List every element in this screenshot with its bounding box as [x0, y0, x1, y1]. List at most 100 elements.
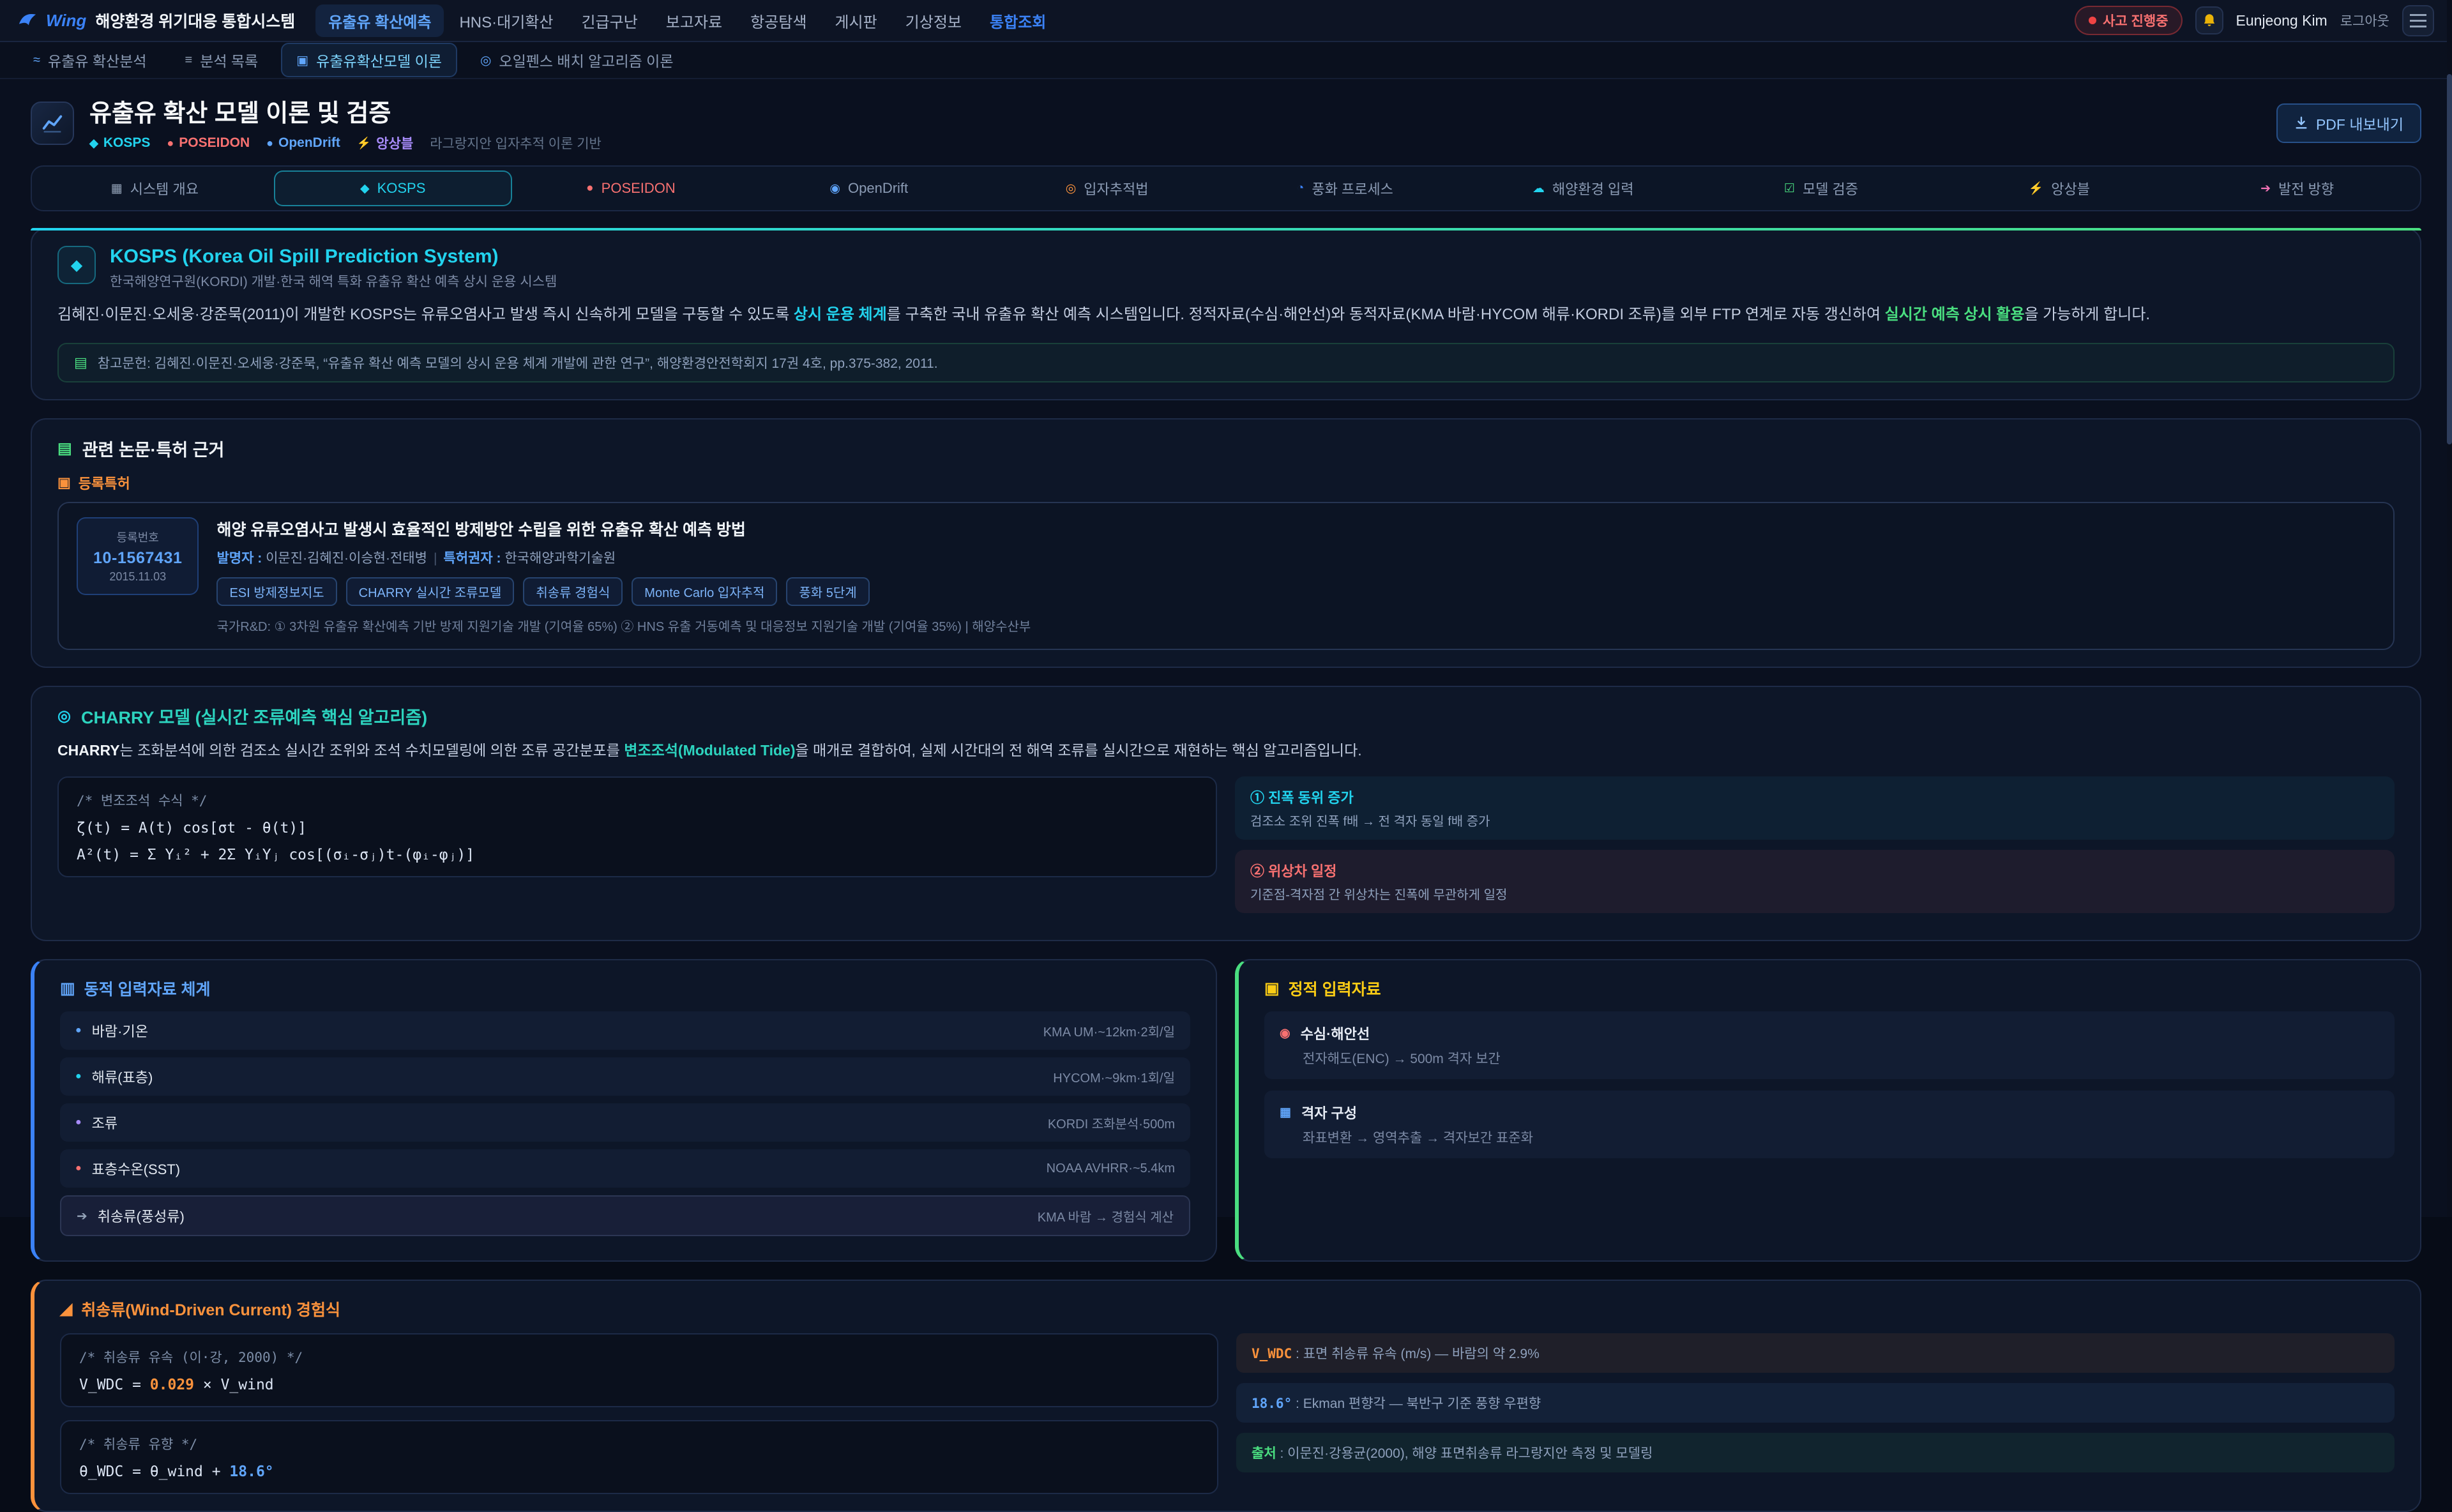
section-tab-overview[interactable]: ▦시스템 개요 — [36, 170, 274, 206]
row-wind-temperature: ●바람·기온 KMA UM·~12km·2회/일 — [60, 1011, 1190, 1050]
registration-number-label: 등록번호 — [93, 529, 182, 545]
nav-item-hns-atmospheric[interactable]: HNS·대기확산 — [446, 4, 566, 37]
wdc-direction-formula: θ_WDC = θ_wind + 18.6° — [79, 1463, 1199, 1480]
main-menu: 유출유 확산예측 HNS·대기확산 긴급구난 보고자료 항공탐색 게시판 기상정… — [315, 4, 1059, 37]
formula-line-2: A²(t) = Σ Yᵢ² + 2Σ YᵢYⱼ cos[(σᵢ-σⱼ)t-(φᵢ… — [77, 847, 1198, 863]
section-tab-ocean-input[interactable]: ☁해양환경 입력 — [1464, 170, 1702, 206]
registered-patent-label: ▣ 등록특허 — [57, 472, 2395, 493]
dynamic-input-rows: ●바람·기온 KMA UM·~12km·2회/일 ●해류(표층) HYCOM·~… — [60, 1011, 1190, 1236]
target-icon: ◎ — [480, 52, 491, 68]
tab-spill-model-theory[interactable]: ▣ 유출유확산모델 이론 — [281, 43, 457, 77]
incident-status-badge[interactable]: 사고 진행중 — [2075, 6, 2182, 35]
dot-icon: ● — [75, 1117, 82, 1128]
section-tab-bar: ▦시스템 개요 ◆KOSPS ●POSEIDON ◉OpenDrift ◎입자추… — [31, 165, 2421, 211]
page-subtitle: 라그랑지안 입자추적 이론 기반 — [430, 133, 602, 153]
top-navigation: Wing 해양환경 위기대응 통합시스템 유출유 확산예측 HNS·대기확산 긴… — [0, 0, 2452, 42]
patent-section-title-row: ▤ 관련 논문·특허 근거 — [57, 436, 2395, 461]
patent-meta: 발명자 : 이문진·김혜진·이승현·전태병|특허권자 : 한국해양과학기술원 — [216, 548, 1031, 567]
dot-icon: ● — [75, 1163, 82, 1174]
note-ekman-angle: 18.6° : Ekman 편향각 — 북반구 기준 풍향 우편향 — [1236, 1383, 2395, 1423]
charry-model-card: ◎ CHARRY 모델 (실시간 조류예측 핵심 알고리즘) CHARRY는 조… — [31, 686, 2421, 942]
topnav-right: 사고 진행중 Eunjeong Kim 로그아웃 — [2075, 5, 2434, 36]
diamond-icon: ◆ — [360, 181, 370, 196]
dot-icon: ● — [266, 137, 273, 150]
kosps-overview-card: ◆ KOSPS (Korea Oil Spill Prediction Syst… — [31, 228, 2421, 400]
dot-icon: ● — [586, 181, 593, 195]
nav-item-board[interactable]: 게시판 — [822, 4, 889, 37]
note-phase-constant: ② 위상차 일정 기준점-격자점 간 위상차는 진폭에 무관하게 일정 — [1235, 850, 2395, 913]
patent-title: 해양 유류오염사고 발생시 효율적인 방제방안 수립을 위한 유출유 확산 예측… — [216, 517, 1031, 540]
app-root: Wing 해양환경 위기대응 통합시스템 유출유 확산예측 HNS·대기확산 긴… — [0, 0, 2452, 1512]
kosps-description: 김혜진·이문진·오세웅·강준묵(2011)이 개발한 KOSPS는 유류오염사고… — [57, 302, 2395, 328]
check-icon: ☑ — [1784, 181, 1795, 196]
patent-evidence-card: ▤ 관련 논문·특허 근거 ▣ 등록특허 등록번호 10-1567431 201… — [31, 418, 2421, 668]
wing-logo-icon — [18, 11, 37, 30]
page-header: 유출유 확산 모델 이론 및 검증 ◆KOSPS ●POSEIDON ●Open… — [0, 79, 2452, 162]
tab-analysis-list[interactable]: ≡ 분석 목록 — [170, 43, 274, 77]
section-tab-validation[interactable]: ☑모델 검증 — [1702, 170, 1941, 206]
particle-icon: ◎ — [1066, 181, 1077, 196]
notifications-button[interactable] — [2195, 6, 2223, 34]
charry-notes: ① 진폭 동위 증가 검조소 조위 진폭 f배 → 전 격자 동일 f배 증가 … — [1235, 776, 2395, 923]
model-badges: ◆KOSPS ●POSEIDON ●OpenDrift ⚡앙상블 라그랑지안 입… — [89, 133, 602, 153]
nav-item-weather-info[interactable]: 기상정보 — [893, 4, 974, 37]
menu-button[interactable] — [2402, 5, 2434, 36]
logout-link[interactable]: 로그아웃 — [2340, 11, 2389, 30]
registration-date: 2015.11.03 — [93, 570, 182, 584]
app-logo[interactable]: Wing 해양환경 위기대응 통합시스템 — [18, 9, 295, 32]
section-tab-poseidon[interactable]: ●POSEIDON — [512, 170, 750, 206]
dot-icon: ● — [75, 1025, 82, 1036]
tab-oil-fence-theory[interactable]: ◎ 오일펜스 배치 알고리즘 이론 — [465, 43, 689, 77]
section-tab-ensemble[interactable]: ⚡앙상블 — [1940, 170, 2178, 206]
tab-spill-analysis[interactable]: ≈ 유출유 확산분석 — [18, 43, 162, 77]
bell-icon — [2201, 12, 2218, 29]
static-input-rows: ◉수심·해안선 전자해도(ENC) → 500m 격자 보간 ▦격자 구성 좌표… — [1264, 1011, 2395, 1158]
wdc-title-row: ◢ 취송류(Wind-Driven Current) 경험식 — [60, 1297, 2395, 1320]
section-tab-roadmap[interactable]: ➔발전 방향 — [2178, 170, 2416, 206]
pdf-export-button[interactable]: PDF 내보내기 — [2276, 103, 2421, 143]
row-wind-driven-current: ➔취송류(풍성류) KMA 바람 → 경험식 계산 — [60, 1195, 1190, 1236]
national-rnd-note: 국가R&D: ① 3차원 유출유 확산예측 기반 방제 지원기술 개발 (기여율… — [216, 616, 1031, 635]
pin-icon: ◉ — [1280, 1026, 1290, 1041]
registration-number: 10-1567431 — [93, 549, 182, 568]
charry-title: CHARRY 모델 (실시간 조류예측 핵심 알고리즘) — [81, 704, 427, 729]
nav-item-oil-spill-prediction[interactable]: 유출유 확산예측 — [315, 4, 444, 37]
dot-icon: ● — [167, 137, 174, 150]
section-tab-weathering[interactable]: ◔풍화 프로세스 — [1226, 170, 1464, 206]
page-title: 유출유 확산 모델 이론 및 검증 — [89, 93, 602, 128]
nav-item-integrated-search[interactable]: 통합조회 — [977, 4, 1059, 37]
wind-driven-current-card: ◢ 취송류(Wind-Driven Current) 경험식 /* 취송류 유속… — [31, 1280, 2421, 1512]
badge-opendrift: ●OpenDrift — [266, 135, 340, 151]
book-icon: ▤ — [74, 354, 87, 371]
highlight-realtime-use: 실시간 예측 상시 활용 — [1885, 306, 2025, 323]
app-title: 해양환경 위기대응 통합시스템 — [95, 9, 295, 32]
static-input-title-row: ▣ 정적 입력자료 — [1264, 977, 2395, 1000]
patent-keyword-tags: ESI 방제정보지도 CHARRY 실시간 조류모델 취송류 경험식 Monte… — [216, 577, 1031, 606]
wdc-direction-formula-block: /* 취송류 유향 */ θ_WDC = θ_wind + 18.6° — [60, 1420, 1218, 1494]
bar-chart-icon: ▥ — [60, 979, 75, 998]
tag-weathering-stages: 풍화 5단계 — [786, 577, 869, 606]
nav-item-reports[interactable]: 보고자료 — [653, 4, 735, 37]
dynamic-input-title: 동적 입력자료 체계 — [84, 977, 211, 1000]
patent-registration-box: 등록번호 10-1567431 2015.11.03 — [77, 517, 199, 595]
section-tab-opendrift[interactable]: ◉OpenDrift — [750, 170, 988, 206]
highlight-modulated-tide: 변조조석(Modulated Tide) — [624, 742, 795, 759]
swirl-icon: ◎ — [57, 707, 71, 725]
wdc-title: 취송류(Wind-Driven Current) 경험식 — [81, 1297, 340, 1320]
folder-icon: ▣ — [1264, 979, 1280, 998]
wdc-formulas: /* 취송류 유속 (이·강, 2000) */ V_WDC = 0.029 ×… — [60, 1333, 1218, 1494]
grid-icon: ▦ — [1280, 1105, 1291, 1120]
tag-wdc-formula: 취송류 경험식 — [523, 577, 623, 606]
charry-description: CHARRY는 조화분석에 의한 검조소 실시간 조위와 조석 수치모델링에 의… — [57, 739, 2395, 762]
patent-info: 해양 유류오염사고 발생시 효율적인 방제방안 수립을 위한 유출유 확산 예측… — [216, 517, 1031, 635]
nav-item-emergency-rescue[interactable]: 긴급구난 — [568, 4, 650, 37]
note-source: 출처 : 이문진·강용균(2000), 해양 표면취송류 라그랑지안 측정 및 … — [1236, 1433, 2395, 1472]
row-sst: ●표층수온(SST) NOAA AVHRR·~5.4km — [60, 1149, 1190, 1188]
download-icon — [2294, 116, 2308, 130]
code-comment: /* 취송류 유향 */ — [79, 1434, 1199, 1453]
tag-esi-map: ESI 방제정보지도 — [216, 577, 337, 606]
section-tab-particle-tracking[interactable]: ◎입자추적법 — [988, 170, 1226, 206]
section-tab-kosps[interactable]: ◆KOSPS — [274, 170, 512, 206]
nav-item-aerial-search[interactable]: 항공탐색 — [738, 4, 819, 37]
page-scrollbar-thumb[interactable] — [2447, 74, 2452, 444]
